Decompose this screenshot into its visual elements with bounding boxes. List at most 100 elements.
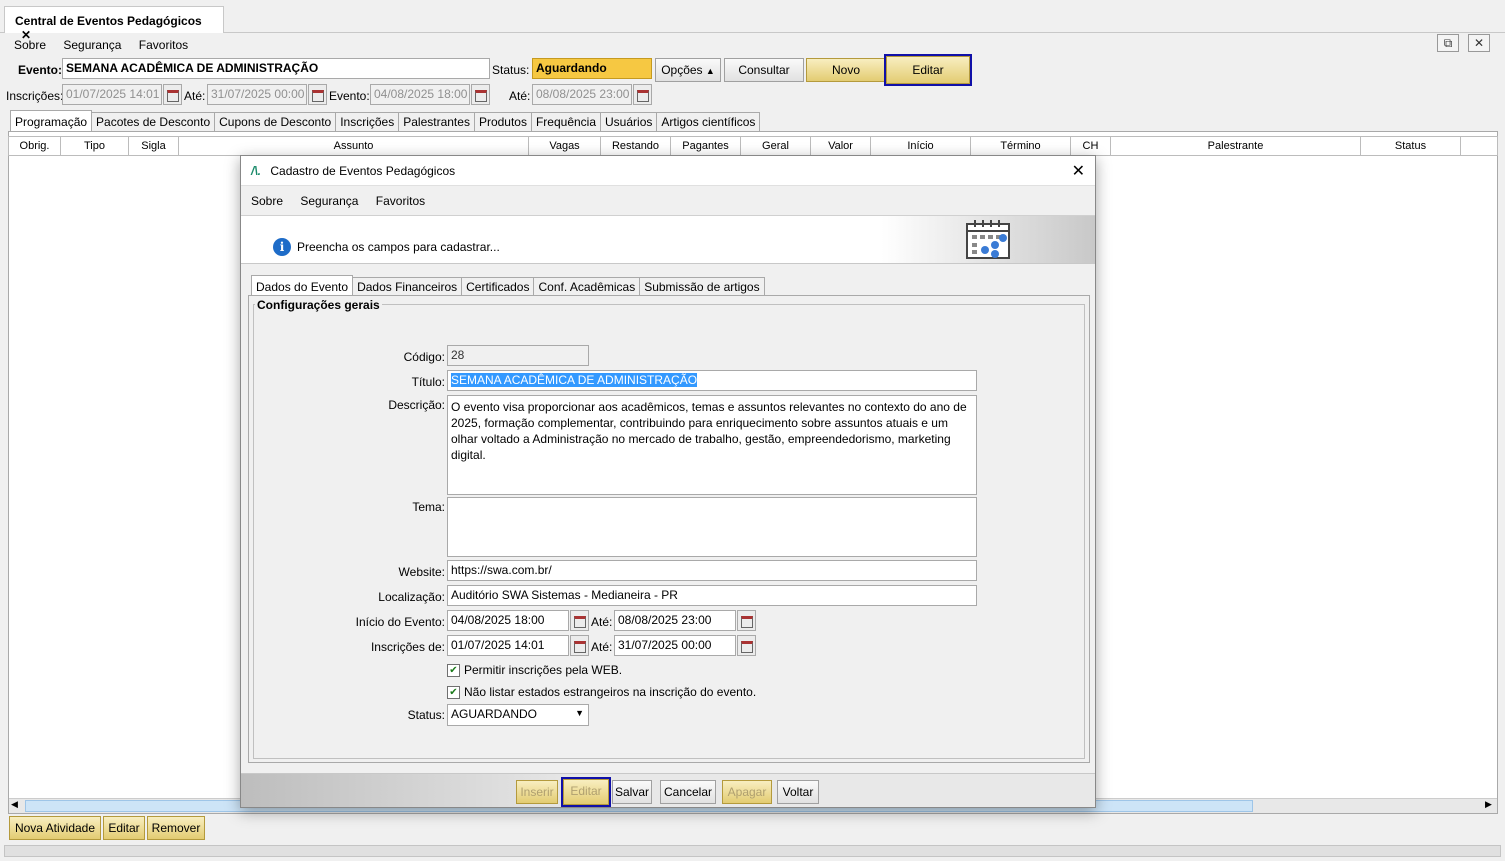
tab-programacao[interactable]: Programação <box>10 110 93 131</box>
cadastro-dialog: /\. Cadastro de Eventos Pedagógicos ✕ So… <box>240 155 1096 808</box>
tab-frequencia[interactable]: Frequência <box>530 112 602 131</box>
chevron-down-icon: ▼ <box>575 708 584 718</box>
col-restando[interactable]: Restando <box>601 137 671 155</box>
cancelar-button[interactable]: Cancelar <box>660 780 716 804</box>
nao-listar-estrangeiros-checkbox[interactable]: ✔ <box>447 686 460 699</box>
editar-dialog-button[interactable]: Editar <box>561 777 611 807</box>
ate-label: Até: <box>184 89 206 103</box>
inicio-evento-field[interactable]: 04/08/2025 18:00 <box>447 610 569 631</box>
ate-inicio-label: Até: <box>591 615 613 629</box>
col-sigla[interactable]: Sigla <box>129 137 179 155</box>
inscricoes-fim-field: 31/07/2025 00:00 <box>207 84 307 105</box>
voltar-button[interactable]: Voltar <box>777 780 819 804</box>
close-window-icon[interactable]: ✕ <box>1468 34 1490 52</box>
info-text: Preencha os campos para cadastrar... <box>297 240 500 254</box>
apagar-button[interactable]: Apagar <box>722 780 772 804</box>
inscricoes-fim-field[interactable]: 31/07/2025 00:00 <box>614 635 736 656</box>
scroll-right-icon[interactable]: ▶ <box>1485 799 1492 810</box>
editar-button[interactable]: Editar <box>884 54 972 86</box>
group-title: Configurações gerais <box>255 298 382 312</box>
codigo-field: 28 <box>447 345 589 366</box>
fim-evento-field[interactable]: 08/08/2025 23:00 <box>614 610 736 631</box>
localizacao-label: Localização: <box>378 590 445 604</box>
status-label: Status: <box>492 63 530 77</box>
col-status[interactable]: Status <box>1361 137 1461 155</box>
calendar-icon[interactable] <box>737 635 756 656</box>
consultar-button[interactable]: Consultar <box>724 58 804 82</box>
status-select[interactable]: AGUARDANDO ▼ <box>447 704 589 726</box>
evento-field[interactable]: SEMANA ACADÊMICA DE ADMINISTRAÇÃO <box>62 58 490 79</box>
status-dialog-label: Status: <box>407 708 445 722</box>
scroll-left-icon[interactable]: ◀ <box>11 799 18 810</box>
novo-button[interactable]: Novo <box>806 58 886 82</box>
col-tipo[interactable]: Tipo <box>61 137 129 155</box>
tab-conf-academicas[interactable]: Conf. Acadêmicas <box>533 277 641 296</box>
dialog-menu: Sobre Segurança Favoritos <box>241 186 1095 216</box>
dialog-menu-favoritos[interactable]: Favoritos <box>376 194 425 208</box>
titulo-field[interactable]: SEMANA ACADÊMICA DE ADMINISTRAÇÃO <box>447 370 977 391</box>
tab-dados-evento[interactable]: Dados do Evento <box>251 275 354 296</box>
calendar-icon[interactable] <box>471 84 490 105</box>
document-tabstrip <box>0 0 1505 33</box>
calendar-icon[interactable] <box>163 84 182 105</box>
col-valor[interactable]: Valor <box>811 137 871 155</box>
tab-usuarios[interactable]: Usuários <box>600 112 658 131</box>
status-select-value: AGUARDANDO <box>451 707 538 721</box>
col-palestrante[interactable]: Palestrante <box>1111 137 1361 155</box>
website-field[interactable]: https://swa.com.br/ <box>447 560 977 581</box>
calendar-icon[interactable] <box>633 84 652 105</box>
tab-inscricoes[interactable]: Inscrições <box>335 112 400 131</box>
tab-palestrantes[interactable]: Palestrantes <box>398 112 475 131</box>
tema-label: Tema: <box>412 500 445 514</box>
calendar-icon[interactable] <box>737 610 756 631</box>
tab-pacotes[interactable]: Pacotes de Desconto <box>91 112 216 131</box>
salvar-button[interactable]: Salvar <box>612 780 652 804</box>
localizacao-field[interactable]: Auditório SWA Sistemas - Medianeira - PR <box>447 585 977 606</box>
tab-cupons[interactable]: Cupons de Desconto <box>214 112 337 131</box>
tab-certificados[interactable]: Certificados <box>461 277 535 296</box>
remover-atividade-button[interactable]: Remover <box>147 816 205 840</box>
dialog-titlebar: /\. Cadastro de Eventos Pedagógicos ✕ <box>241 156 1095 186</box>
col-vagas[interactable]: Vagas <box>529 137 601 155</box>
dialog-menu-seguranca[interactable]: Segurança <box>300 194 358 208</box>
tab-produtos[interactable]: Produtos <box>473 112 532 131</box>
col-obrig[interactable]: Obrig. <box>9 137 61 155</box>
col-assunto[interactable]: Assunto <box>179 137 529 155</box>
nova-atividade-button[interactable]: Nova Atividade <box>9 816 101 840</box>
info-band: i Preencha os campos para cadastrar... <box>241 216 1095 264</box>
dialog-menu-sobre[interactable]: Sobre <box>251 194 283 208</box>
tab-dados-financeiros[interactable]: Dados Financeiros <box>352 277 463 296</box>
menu-favoritos[interactable]: Favoritos <box>139 38 188 52</box>
status-bar <box>4 845 1501 857</box>
dialog-title: Cadastro de Eventos Pedagógicos <box>270 164 456 178</box>
grid-header: Obrig. Tipo Sigla Assunto Vagas Restando… <box>8 136 1498 156</box>
website-label: Website: <box>398 565 445 579</box>
menu-sobre[interactable]: Sobre <box>14 38 46 52</box>
tab-submissao-artigos[interactable]: Submissão de artigos <box>639 277 765 296</box>
tema-textarea[interactable] <box>447 497 977 557</box>
calendar-icon[interactable] <box>570 610 589 631</box>
inscricoes-inicio-field[interactable]: 01/07/2025 14:01 <box>447 635 569 656</box>
dialog-tabs: Dados do Evento Dados Financeiros Certif… <box>251 275 765 296</box>
document-tab[interactable]: Central de Eventos Pedagógicos ✕ <box>4 6 224 42</box>
menu-seguranca[interactable]: Segurança <box>63 38 121 52</box>
dialog-close-icon[interactable]: ✕ <box>1072 161 1085 181</box>
col-termino[interactable]: Término <box>971 137 1071 155</box>
calendar-icon[interactable] <box>308 84 327 105</box>
col-pagantes[interactable]: Pagantes <box>671 137 741 155</box>
permitir-web-checkbox[interactable]: ✔ <box>447 664 460 677</box>
opcoes-button[interactable]: Opções ▲ <box>655 58 721 82</box>
col-geral[interactable]: Geral <box>741 137 811 155</box>
tab-artigos[interactable]: Artigos científicos <box>656 112 761 131</box>
calendar-icon[interactable] <box>570 635 589 656</box>
descricao-textarea[interactable]: O evento visa proporcionar aos acadêmico… <box>447 395 977 495</box>
editar-atividade-button[interactable]: Editar <box>103 816 145 840</box>
permitir-web-label: Permitir inscrições pela WEB. <box>464 663 623 677</box>
col-ch[interactable]: CH <box>1071 137 1111 155</box>
detach-window-icon[interactable]: ⧉ <box>1437 34 1459 52</box>
ate-inscricoes-label: Até: <box>591 640 613 654</box>
col-inicio[interactable]: Início <box>871 137 971 155</box>
evento-label: Evento: <box>18 63 63 77</box>
inserir-button[interactable]: Inserir <box>516 780 558 804</box>
calendar-check-icon <box>966 220 1010 259</box>
